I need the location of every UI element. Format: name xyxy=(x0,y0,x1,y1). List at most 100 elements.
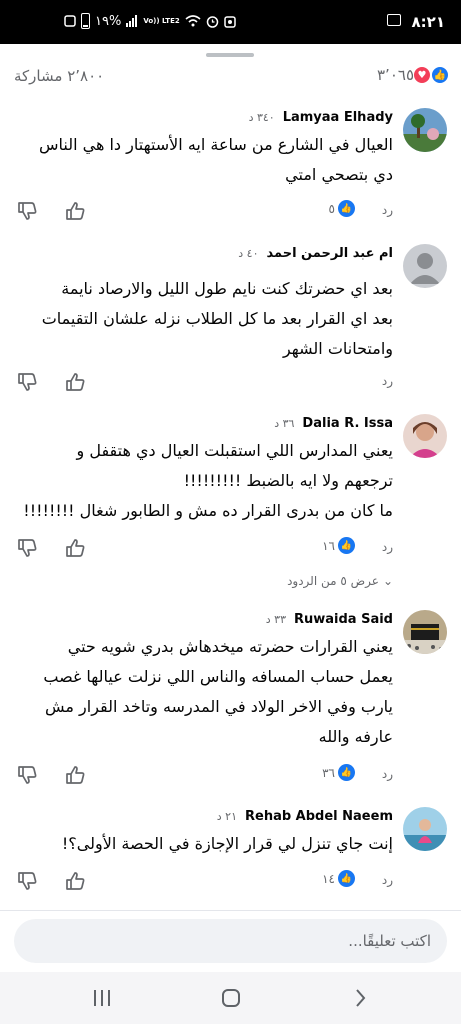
like-count: ٥ xyxy=(328,201,335,216)
battery-icon xyxy=(81,13,90,29)
reply-button[interactable]: رد xyxy=(382,540,393,554)
home-icon xyxy=(222,989,240,1007)
status-time: ٨:٢١ xyxy=(411,13,445,31)
comment-actions: رد ١٦ 👍 xyxy=(0,537,461,561)
thumb-up-icon[interactable] xyxy=(64,200,86,222)
thumb-down-icon[interactable] xyxy=(16,870,38,892)
sheet-drag-handle[interactable] xyxy=(206,53,254,57)
battery-percent: ١٩% xyxy=(95,13,122,29)
share-count[interactable]: ٢٬٨٠٠ مشاركة xyxy=(14,67,104,85)
back-icon xyxy=(356,989,366,1007)
comment-likes[interactable]: ٥ 👍 xyxy=(329,200,355,217)
notification-app-icon xyxy=(224,15,236,28)
comment-age: ٢١ د xyxy=(216,810,237,823)
comment-header: Dalia R. Issa ٣٦ د xyxy=(274,416,393,431)
status-bar: ١٩% Vo)) LTE2 ٨:٢١ xyxy=(0,0,461,44)
signal-icon xyxy=(126,15,138,27)
comment-body: إنت جاي تنزل لي قرار الإجازة في الحصة ال… xyxy=(8,829,393,859)
chevron-down-icon: ⌄ xyxy=(382,574,393,588)
comment-likes[interactable]: ١٤ 👍 xyxy=(322,870,355,887)
reply-button[interactable]: رد xyxy=(382,767,393,781)
comment-line: ترجعهم ولا ايه بالضبط !!!!!!!!! xyxy=(183,471,393,490)
comment-age: ٣٣ د xyxy=(265,613,286,626)
avatar[interactable] xyxy=(403,244,447,288)
author-name[interactable]: Ruwaida Said xyxy=(294,612,393,627)
comment-likes[interactable]: ١٦ 👍 xyxy=(322,537,355,554)
thumb-down-icon[interactable] xyxy=(16,537,38,559)
back-button[interactable] xyxy=(346,984,374,1012)
thumb-down-icon[interactable] xyxy=(16,200,38,222)
reply-button[interactable]: رد xyxy=(382,873,393,887)
author-name[interactable]: Rehab Abdel Naeem xyxy=(245,809,393,824)
comment-line: إنت جاي تنزل لي قرار الإجازة في الحصة ال… xyxy=(61,834,393,853)
divider xyxy=(0,910,461,911)
comment-header: Rehab Abdel Naeem ٢١ د xyxy=(217,809,393,824)
avatar[interactable] xyxy=(403,807,447,851)
reply-button[interactable]: رد xyxy=(382,203,393,217)
reply-button[interactable]: رد xyxy=(382,374,393,388)
comment-line: يعني المدارس اللي استقبلت العيال دي هتقف… xyxy=(76,441,393,460)
network-label: Vo)) LTE2 xyxy=(143,16,180,25)
comment-line: بعد اي حضرتك كنت نايم طول الليل والارصاد… xyxy=(61,279,393,298)
comment-actions: رد ٣٦ 👍 xyxy=(0,764,461,788)
mute-icon xyxy=(64,15,76,27)
reaction-count: ٣٬٠٦٥ xyxy=(377,66,414,84)
system-nav-bar xyxy=(0,972,461,1024)
like-count: ١٤ xyxy=(322,871,335,886)
comment-line: دي بتصحي امتي xyxy=(285,165,393,184)
status-icons: ١٩% Vo)) LTE2 xyxy=(64,13,236,29)
love-icon: ♥ xyxy=(413,66,431,84)
thumb-down-icon[interactable] xyxy=(16,371,38,393)
gallery-icon xyxy=(387,14,401,26)
comment-line: بعد اي القرار بعد ما كل الطلاب نزله علشا… xyxy=(41,309,393,328)
recents-button[interactable] xyxy=(88,984,116,1012)
reactions-bar[interactable]: ٣٬٠٦٥ ♥ 👍 xyxy=(377,66,449,84)
comment-line: عارفه والله xyxy=(318,727,393,746)
comment-body: يعني القرارات حضرته ميخدهاش بدري شويه حت… xyxy=(8,632,393,752)
like-icon: 👍 xyxy=(338,870,355,887)
wifi-icon xyxy=(185,15,201,27)
comment-composer[interactable] xyxy=(14,919,447,963)
thumb-up-icon[interactable] xyxy=(64,764,86,786)
avatar[interactable] xyxy=(403,414,447,458)
recents-icon xyxy=(94,990,110,1006)
like-count: ١٦ xyxy=(322,538,335,553)
comment-body: العيال في الشارع من ساعة ايه الأستهتار د… xyxy=(8,130,393,190)
comment-line: العيال في الشارع من ساعة ايه الأستهتار د… xyxy=(38,135,393,154)
comment-actions: رد xyxy=(0,371,461,395)
view-replies-label: عرض ٥ من الردود xyxy=(287,574,379,588)
comment-likes[interactable]: ٣٦ 👍 xyxy=(322,764,355,781)
author-name[interactable]: Lamyaa Elhady xyxy=(283,110,393,125)
reactions-summary: ٢٬٨٠٠ مشاركة ٣٬٠٦٥ ♥ 👍 xyxy=(0,64,461,88)
comment-line: يارب وفي الاخر الولاد في المدرسه وتاخد ا… xyxy=(44,697,393,716)
comment-line: ما كان من بدرى القرار ده مش و الطابور شغ… xyxy=(23,501,393,520)
comment-line: وامتحانات الشهر xyxy=(282,339,393,358)
avatar[interactable] xyxy=(403,610,447,654)
like-icon: 👍 xyxy=(431,66,449,84)
like-icon: 👍 xyxy=(338,764,355,781)
comment-body: يعني المدارس اللي استقبلت العيال دي هتقف… xyxy=(8,436,393,526)
thumb-down-icon[interactable] xyxy=(16,764,38,786)
comment-header: Ruwaida Said ٣٣ د xyxy=(266,612,393,627)
view-replies-link[interactable]: ⌄ عرض ٥ من الردود xyxy=(287,574,393,588)
comment-header: ام عبد الرحمن احمد ٤٠ د xyxy=(238,246,393,261)
alarm-icon xyxy=(206,15,218,28)
like-count: ٣٦ xyxy=(322,765,335,780)
comment-age: ٤٠ د xyxy=(238,247,259,260)
like-icon: 👍 xyxy=(338,537,355,554)
thumb-up-icon[interactable] xyxy=(64,371,86,393)
comment-line: يعني القرارات حضرته ميخدهاش بدري شويه حت… xyxy=(67,637,393,656)
comment-line: يعمل حساب المسافه والناس اللي نزلت عياله… xyxy=(43,667,393,686)
comment-actions: رد ٥ 👍 xyxy=(0,200,461,224)
author-name[interactable]: Dalia R. Issa xyxy=(302,416,393,431)
home-button[interactable] xyxy=(217,984,245,1012)
author-name[interactable]: ام عبد الرحمن احمد xyxy=(266,246,393,261)
avatar[interactable] xyxy=(403,108,447,152)
comment-age: ٣٦ د xyxy=(274,417,295,430)
thumb-up-icon[interactable] xyxy=(64,537,86,559)
like-icon: 👍 xyxy=(338,200,355,217)
comment-input[interactable] xyxy=(14,919,447,963)
comment-body: بعد اي حضرتك كنت نايم طول الليل والارصاد… xyxy=(8,274,393,364)
comment-actions: رد ١٤ 👍 xyxy=(0,870,461,894)
thumb-up-icon[interactable] xyxy=(64,870,86,892)
